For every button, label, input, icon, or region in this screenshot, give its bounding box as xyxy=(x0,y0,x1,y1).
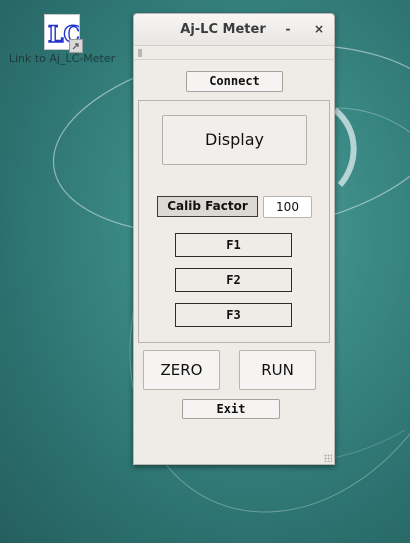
zero-button[interactable]: ZERO xyxy=(143,350,220,390)
desktop-background: LC Link to Aj_LC-Meter Aj-LC Meter - × C… xyxy=(0,0,410,543)
close-button[interactable]: × xyxy=(312,22,326,36)
lc-meter-app-icon: LC xyxy=(44,14,83,53)
shortcut-arrow-icon xyxy=(69,39,83,53)
f3-button[interactable]: F3 xyxy=(175,303,292,327)
f2-button[interactable]: F2 xyxy=(175,268,292,292)
grip-icon xyxy=(138,49,142,57)
window-titlebar[interactable]: Aj-LC Meter - × xyxy=(134,14,334,46)
desktop-shortcut-caption: Link to Aj_LC-Meter xyxy=(8,52,116,65)
run-button[interactable]: RUN xyxy=(239,350,316,390)
connect-button[interactable]: Connect xyxy=(186,71,283,92)
calib-factor-label: Calib Factor xyxy=(157,196,258,217)
desktop-shortcut-lc-meter[interactable]: LC Link to Aj_LC-Meter xyxy=(2,14,122,65)
toolbar-handle[interactable] xyxy=(134,46,334,60)
display-button[interactable]: Display xyxy=(162,115,307,165)
minimize-button[interactable]: - xyxy=(281,22,295,36)
exit-button[interactable]: Exit xyxy=(182,399,280,419)
lc-meter-window: Aj-LC Meter - × Connect Display Calib Fa… xyxy=(133,13,335,465)
f1-button[interactable]: F1 xyxy=(175,233,292,257)
resize-grip-icon[interactable] xyxy=(324,454,332,462)
calib-factor-input[interactable] xyxy=(263,196,312,218)
